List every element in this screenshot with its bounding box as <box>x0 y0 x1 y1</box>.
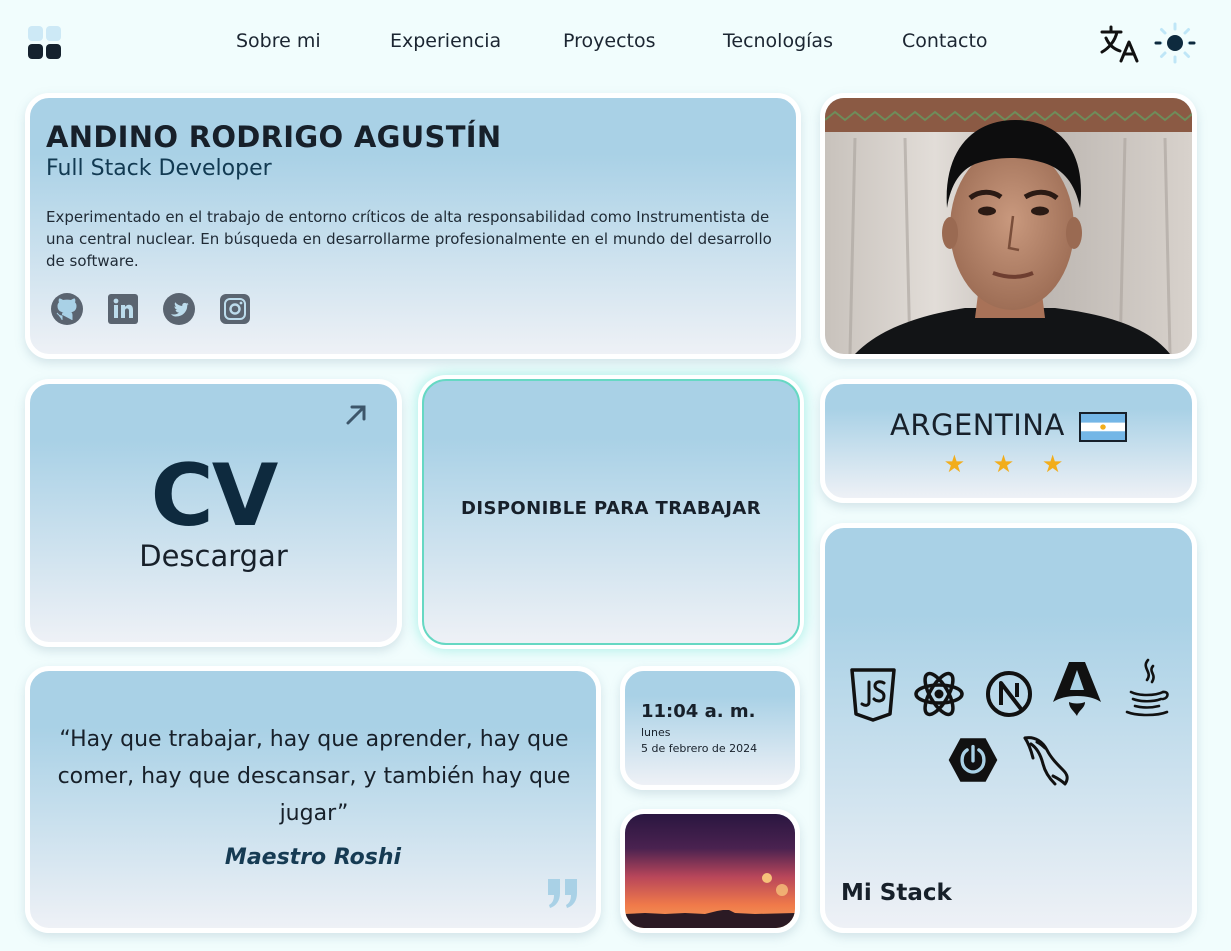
javascript-icon[interactable] <box>847 664 899 724</box>
github-icon[interactable] <box>50 292 84 326</box>
quote-author: Maestro Roshi <box>224 845 402 870</box>
translate-icon[interactable] <box>1099 24 1141 64</box>
profile-name: ANDINO RODRIGO AGUSTÍN <box>46 120 502 154</box>
argentina-flag-icon <box>1079 412 1127 442</box>
nextjs-icon[interactable] <box>983 664 1035 724</box>
sunset-scene-card <box>620 809 800 933</box>
cv-download-label: Descargar <box>139 539 288 573</box>
country-card: ARGENTINA ★ ★ ★ <box>820 379 1197 503</box>
nav-item-experiencia[interactable]: Experiencia <box>390 30 501 52</box>
main-nav: Sobre mi Experiencia Proyectos Tecnologí… <box>0 30 1231 56</box>
arrow-up-right-icon <box>346 405 366 425</box>
quote-text: “Hay que trabajar, hay que aprender, hay… <box>57 727 571 826</box>
clock-weekday: lunes <box>641 726 671 739</box>
profile-bio: Experimentado en el trabajo de entorno c… <box>46 208 772 270</box>
tech-stack-icons <box>825 658 1192 798</box>
sun-icon[interactable] <box>1154 22 1196 64</box>
astro-icon[interactable] <box>1051 658 1103 718</box>
clock-date: 5 de febrero de 2024 <box>641 742 758 755</box>
availability-card: DISPONIBLE PARA TRABAJAR <box>422 379 800 645</box>
country-name: ARGENTINA <box>890 408 1065 442</box>
linkedin-icon[interactable] <box>106 292 140 326</box>
nav-item-tecnologias[interactable]: Tecnologías <box>723 30 833 52</box>
spring-icon[interactable] <box>947 730 999 790</box>
instagram-icon[interactable] <box>218 292 252 326</box>
profile-photo <box>820 93 1197 359</box>
availability-label: DISPONIBLE PARA TRABAJAR <box>461 498 761 519</box>
java-icon[interactable] <box>1121 658 1173 718</box>
quote-mark-icon <box>548 879 577 908</box>
nav-item-proyectos[interactable]: Proyectos <box>563 30 656 52</box>
portrait-image <box>825 98 1192 354</box>
mysql-icon[interactable] <box>1019 732 1071 792</box>
tech-stack-card: Mi Stack <box>820 523 1197 933</box>
clock-card: 11:04 a. m. lunes 5 de febrero de 2024 <box>620 666 800 790</box>
profile-role: Full Stack Developer <box>46 156 272 181</box>
cv-title: CV <box>150 446 279 546</box>
nav-item-contacto[interactable]: Contacto <box>902 30 988 52</box>
profile-card: ANDINO RODRIGO AGUSTÍN Full Stack Develo… <box>25 93 801 359</box>
cv-download-card[interactable]: CV Descargar <box>25 379 402 647</box>
sunset-landscape-image <box>625 814 795 928</box>
tech-stack-title: Mi Stack <box>841 880 952 906</box>
react-icon[interactable] <box>913 664 965 724</box>
rating-stars: ★ ★ ★ <box>943 450 1074 478</box>
twitter-icon[interactable] <box>162 292 196 326</box>
clock-time: 11:04 a. m. <box>641 701 756 722</box>
nav-item-sobre-mi[interactable]: Sobre mi <box>236 30 321 52</box>
quote-card: “Hay que trabajar, hay que aprender, hay… <box>25 666 601 933</box>
